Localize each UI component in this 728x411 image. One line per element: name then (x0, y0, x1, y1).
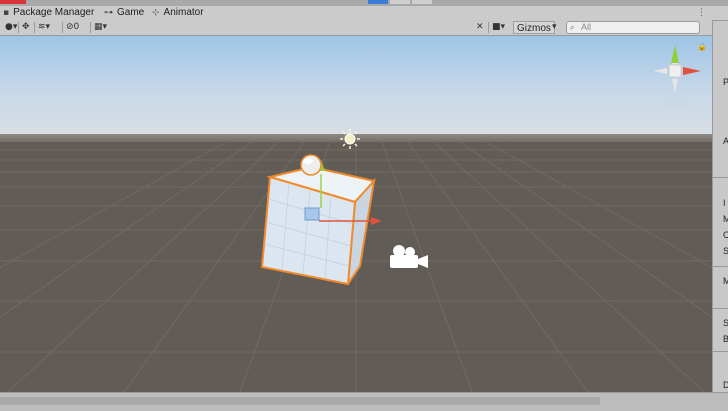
draw-mode-icon[interactable]: ●▾ (5, 21, 17, 34)
animator-icon: ⊹ (152, 8, 160, 18)
bottom-panel-bar (0, 392, 728, 411)
inspector-row[interactable]: I (723, 198, 726, 208)
tab-menu-icon[interactable]: ⋮ (697, 8, 706, 18)
divider (90, 22, 91, 33)
scene-canvas[interactable]: Persp 🔒 (0, 36, 712, 392)
camera-icon[interactable]: ■▾ (492, 21, 505, 34)
move-handle-center[interactable] (304, 207, 320, 221)
divider (713, 308, 728, 309)
sphere-object[interactable] (300, 154, 322, 176)
tab-label: Game (117, 7, 145, 18)
package-icon: ▪ (3, 8, 10, 18)
pause-button[interactable] (390, 0, 410, 4)
divider (713, 177, 728, 178)
search-input[interactable]: ⌕ All (566, 21, 700, 34)
lock-icon[interactable]: 🔒 (697, 42, 707, 51)
inspector-row[interactable]: M (723, 276, 728, 286)
divider (34, 22, 35, 33)
inspector-row[interactable]: M (723, 214, 728, 224)
step-button[interactable] (412, 0, 432, 4)
visibility-count: 0 (73, 22, 80, 32)
divider (713, 266, 728, 267)
inspector-row[interactable]: A (723, 136, 728, 146)
tab-label: Package Manager (13, 7, 95, 18)
gamepad-icon: ⊶ (104, 8, 113, 18)
inspector-row[interactable]: P (723, 77, 728, 87)
scene-view[interactable]: Persp 🔒 (0, 36, 712, 392)
inspector-row[interactable]: D (723, 380, 728, 390)
divider (713, 351, 728, 352)
sky (0, 36, 712, 136)
divider (713, 20, 728, 21)
editor-tab-bar: ▪ Package Manager ⊶ Game ⊹ Animator ⋮ (0, 6, 728, 21)
effects-icon[interactable]: ≋▾ (38, 21, 50, 34)
tab-label: Animator (163, 7, 204, 18)
inspector-row[interactable]: B (723, 334, 728, 344)
light-icon[interactable] (340, 129, 360, 149)
tab-animator[interactable]: ⊹ Animator (152, 6, 204, 20)
search-icon: ⌕ (570, 23, 575, 32)
play-button[interactable] (368, 0, 388, 4)
tab-game[interactable]: ⊶ Game (104, 6, 144, 20)
eye-slash-icon: ⊘ (66, 22, 74, 32)
grid-icon[interactable]: ▦▾ (94, 21, 107, 34)
divider (488, 22, 489, 33)
gizmos-dropdown-icon[interactable]: ▾ (552, 21, 557, 34)
divider (62, 22, 63, 33)
inspector-row[interactable]: C (723, 230, 728, 240)
tab-package-manager[interactable]: ▪ Package Manager (3, 6, 94, 20)
tools-icon[interactable]: ✕ (476, 21, 484, 34)
scene-toolbar: ●▾ ✥ ≋▾ ⊘ 0 ▦▾ ✕ ■▾ Gizmos ▾ ⌕ All (0, 20, 728, 36)
inspector-panel-edge: P A I M C S M S B D (712, 20, 728, 392)
scene-visibility-toggle[interactable]: ⊘ 0 (66, 21, 79, 34)
gizmos-button[interactable]: Gizmos (513, 21, 555, 34)
projection-label[interactable]: Persp (665, 98, 686, 107)
inspector-row[interactable]: S (723, 318, 728, 328)
red-tab-indicator (0, 0, 26, 4)
search-placeholder: All (581, 22, 592, 32)
inspector-row[interactable]: S (723, 246, 728, 256)
move-tool-icon[interactable]: ✥ (22, 21, 30, 34)
divider (18, 22, 19, 33)
horizontal-scrollbar[interactable] (0, 397, 600, 405)
